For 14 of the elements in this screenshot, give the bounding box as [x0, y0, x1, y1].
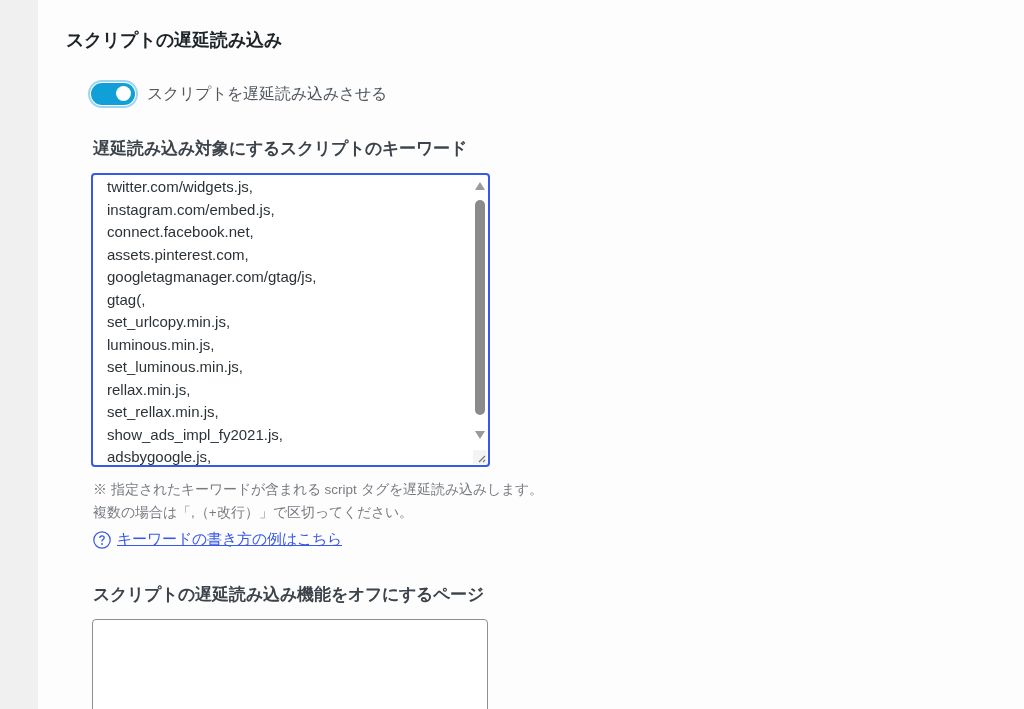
help-link[interactable]: キーワードの書き方の例はこちら — [117, 529, 342, 552]
hint-text: 複数の場合は「,（+改行）」で区切ってください。 — [93, 504, 414, 523]
scroll-down-arrow-icon[interactable] — [475, 431, 485, 440]
keywords-textarea[interactable]: twitter.com/widgets.js, instagram.com/embed.js, connect.facebook.net, assets.pinterest.com, googletagmanager.com/gtag/js, gtag(, set_urlcopy.min.js, luminous.min.js, set_luminous.min.js, rellax.min.js, set_rellax.min.js, show_ads_impl_fy2021.js, adsbygoogle.js, — [91, 173, 490, 468]
toggle-label: スクリプトを遅延読み込みさせる — [147, 84, 387, 104]
hint-text: ※ 指定されたキーワードが含まれる script タグを遅延読み込みします。 — [93, 481, 543, 500]
resize-grip-icon[interactable] — [473, 450, 487, 465]
scroll-up-arrow-icon[interactable] — [475, 182, 485, 191]
section-title: スクリプトの遅延読み込み — [66, 29, 282, 52]
help-icon — [93, 531, 111, 550]
field-label: 遅延読み込み対象にするスクリプトのキーワード — [92, 138, 467, 160]
toggle-switch[interactable] — [91, 82, 135, 105]
scrollbar-thumb[interactable] — [475, 200, 485, 416]
field-label: スクリプトの遅延読み込み機能をオフにするページ — [92, 584, 484, 606]
